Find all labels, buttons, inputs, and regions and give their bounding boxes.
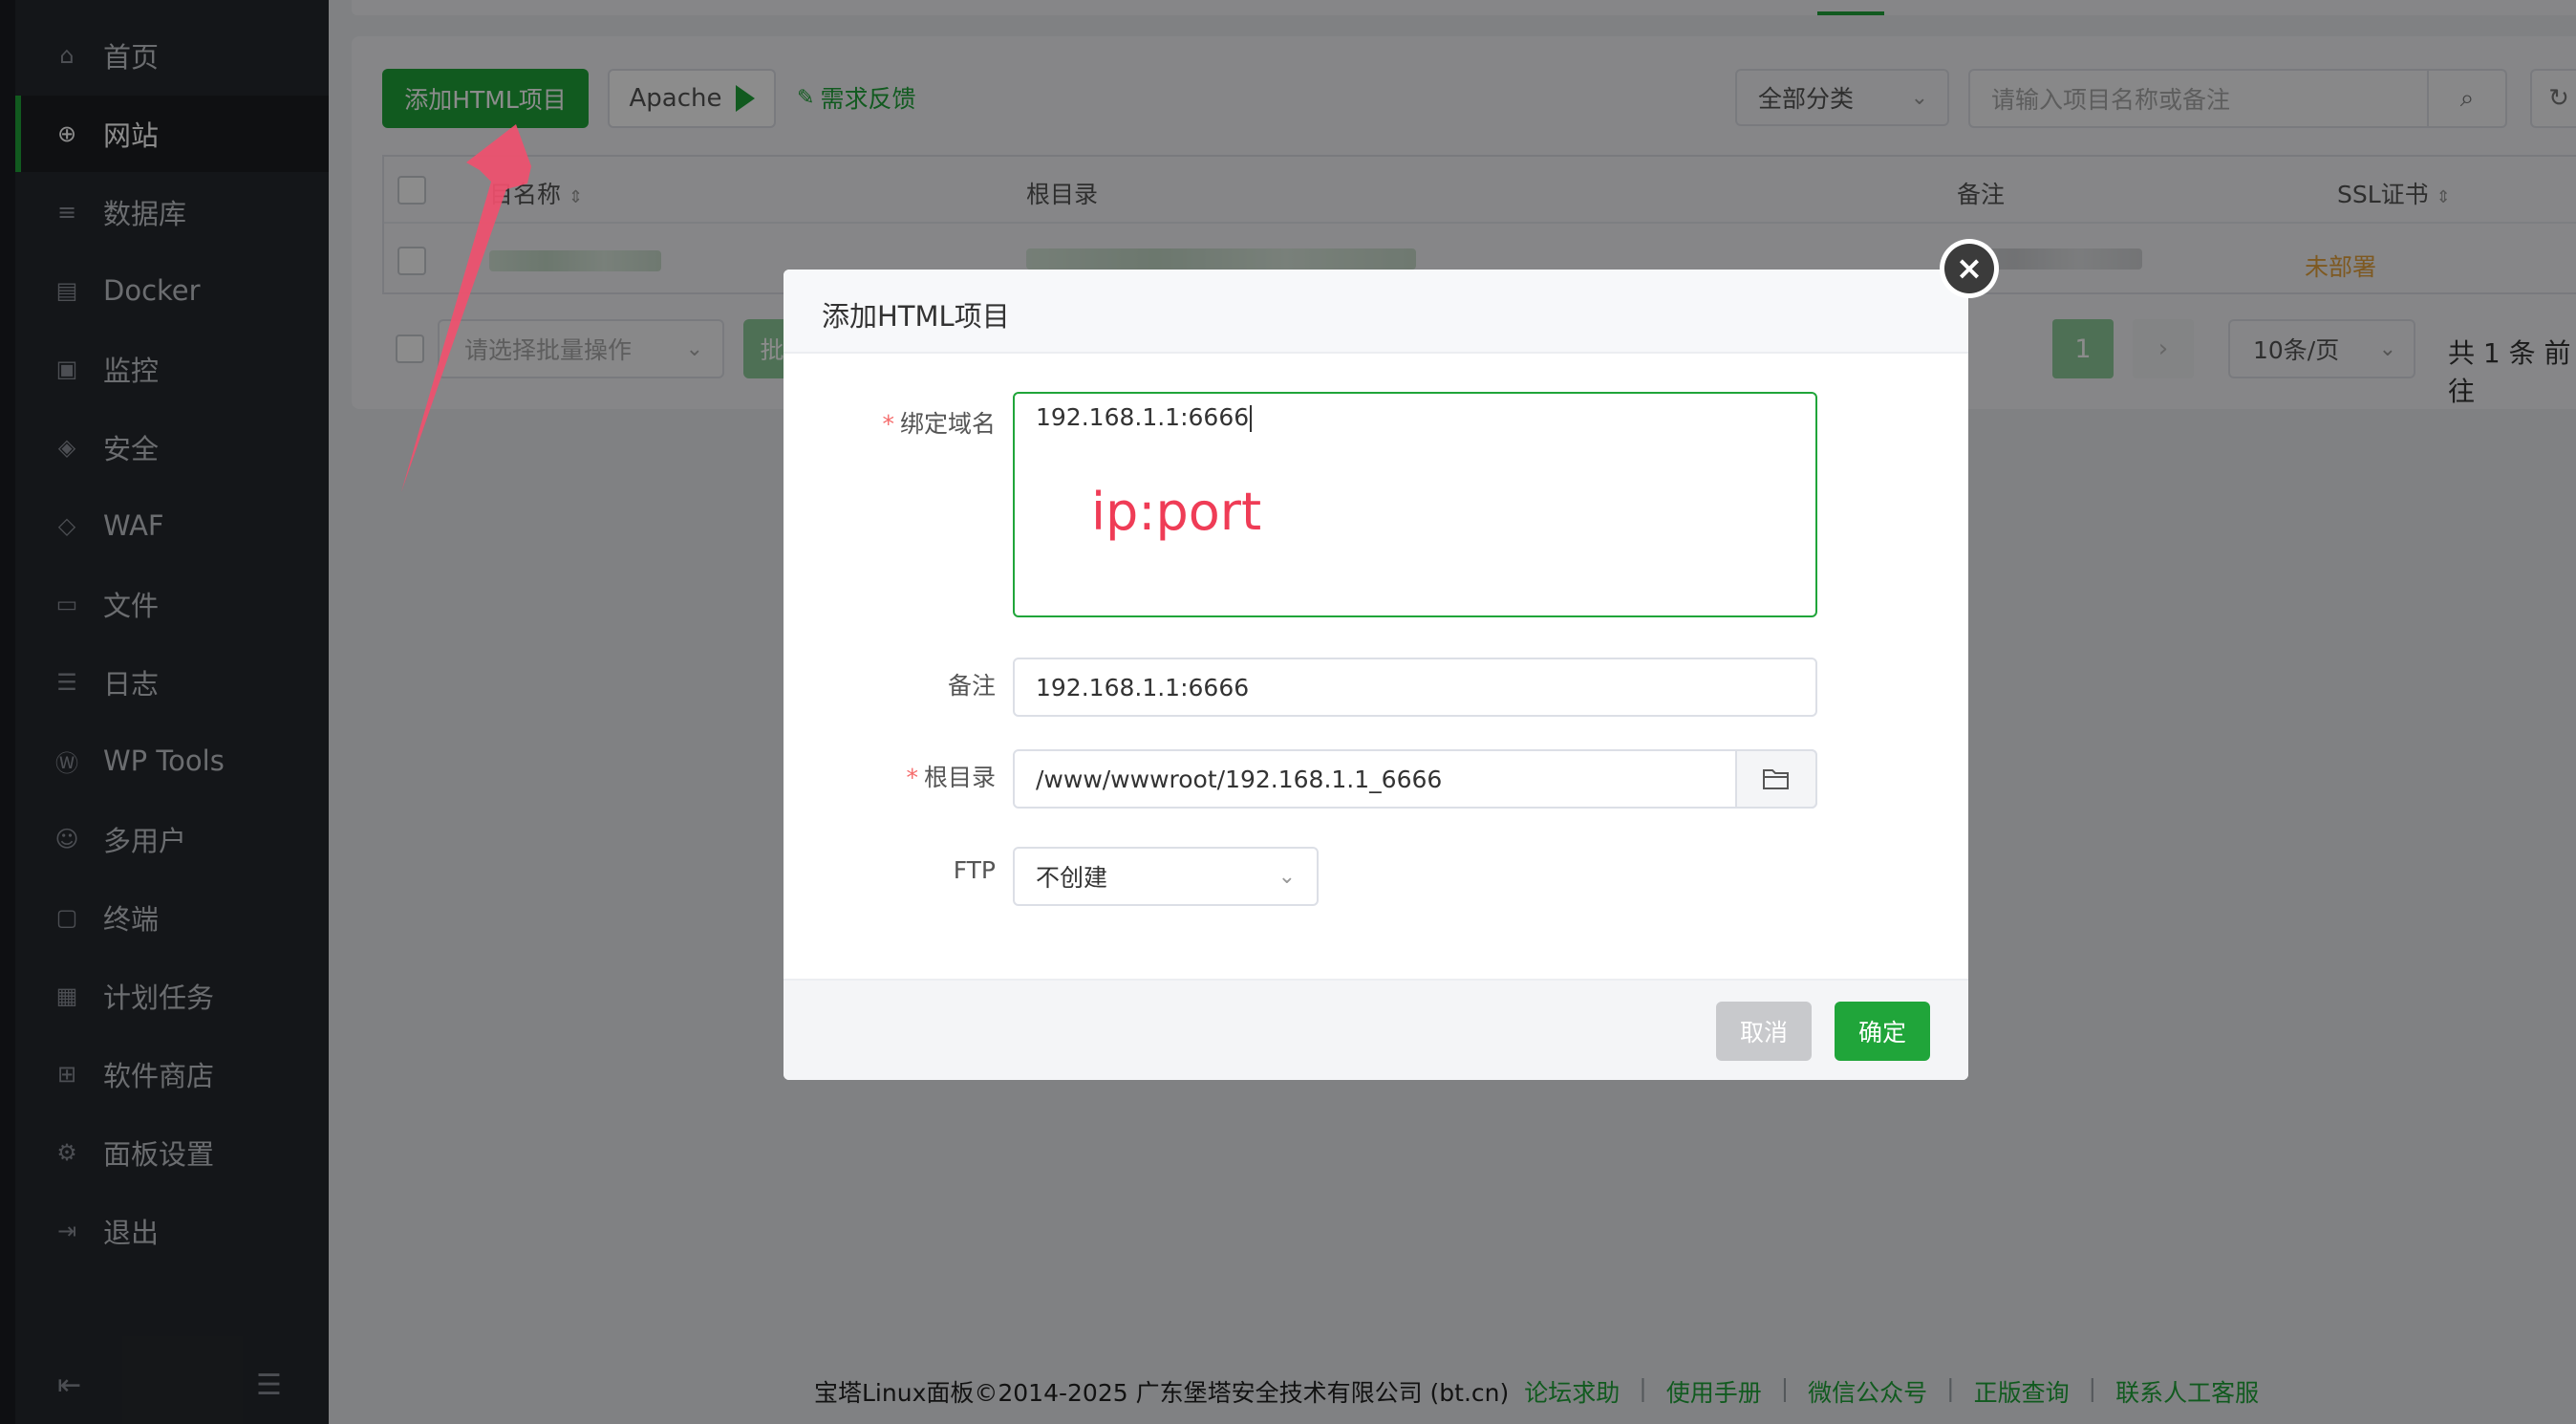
root-label-text: 根目录 bbox=[923, 764, 996, 791]
chevron-down-icon: ⌄ bbox=[1277, 864, 1296, 889]
ftp-value: 不创建 bbox=[1036, 864, 1108, 892]
domain-value-text: 192.168.1.1:6666 bbox=[1036, 403, 1250, 431]
domain-label-text: 绑定域名 bbox=[899, 410, 996, 438]
required-mark: * bbox=[882, 410, 894, 438]
root-label: * 根目录 bbox=[805, 759, 996, 793]
dialog-header: 添加HTML项目 bbox=[784, 270, 1968, 354]
root-path-input[interactable]: /www/wwwroot/192.168.1.1_6666 bbox=[1013, 749, 1817, 809]
domain-textarea[interactable]: 192.168.1.1:6666 ip:port bbox=[1013, 392, 1817, 617]
ftp-label: FTP bbox=[953, 856, 996, 884]
close-icon: × bbox=[1944, 244, 1994, 293]
cancel-button[interactable]: 取消 bbox=[1716, 1002, 1812, 1061]
dialog-title: 添加HTML项目 bbox=[822, 300, 1010, 333]
confirm-button[interactable]: 确定 bbox=[1835, 1002, 1930, 1061]
browse-folder-button[interactable] bbox=[1735, 749, 1817, 809]
required-mark: * bbox=[906, 764, 918, 791]
remark-input[interactable]: 192.168.1.1:6666 bbox=[1013, 658, 1817, 717]
folder-icon bbox=[1763, 769, 1789, 789]
dialog-footer: 取消 确定 bbox=[784, 979, 1968, 1080]
ftp-select[interactable]: 不创建 ⌄ bbox=[1013, 847, 1319, 906]
text-caret bbox=[1250, 405, 1253, 432]
dialog-close-button[interactable]: × bbox=[1940, 239, 1999, 298]
root-path-value: /www/wwwroot/192.168.1.1_6666 bbox=[1036, 765, 1443, 793]
domain-label: * 绑定域名 bbox=[805, 405, 996, 440]
arrow-shape bbox=[401, 124, 531, 492]
add-html-project-dialog: 添加HTML项目 × * 绑定域名 192.168.1.1:6666 ip:por… bbox=[784, 239, 1999, 1080]
domain-value: 192.168.1.1:6666 bbox=[1036, 403, 1253, 432]
annotation-text: ip:port bbox=[1091, 482, 1262, 542]
remark-label: 备注 bbox=[947, 672, 996, 700]
